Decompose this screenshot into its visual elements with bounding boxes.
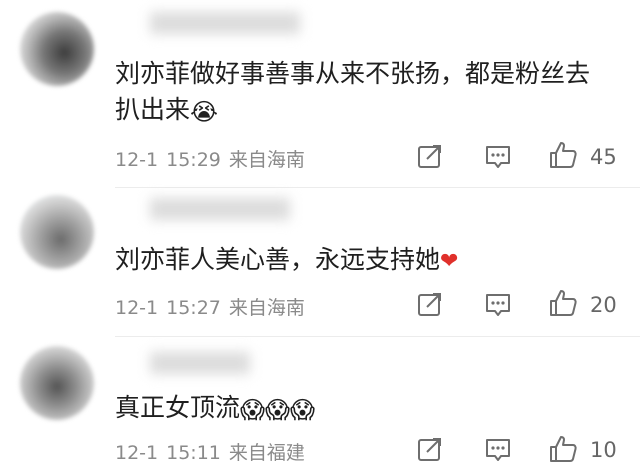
share-icon[interactable] — [417, 436, 443, 462]
heart-icon: ❤ — [440, 249, 459, 274]
username-blurred[interactable] — [150, 12, 300, 34]
comment-date: 12-1 — [115, 149, 159, 171]
username-blurred[interactable] — [150, 198, 290, 220]
comment-text: 刘亦菲人美心善，永远支持她❤ — [115, 245, 459, 274]
comment-time: 15:11 — [166, 442, 221, 464]
avatar[interactable] — [20, 12, 94, 86]
divider — [115, 336, 640, 337]
comment-location: 来自海南 — [228, 297, 305, 319]
comment-text: 真正女顶流😱😱😱 — [115, 388, 315, 430]
like-count: 45 — [590, 145, 617, 169]
avatar[interactable] — [20, 346, 94, 420]
thumbs-up-icon[interactable] — [548, 140, 578, 170]
like-count: 20 — [590, 293, 617, 317]
comment-item: 刘亦菲做好事善事从来不张扬，都是粉丝去 扒出来😭 12-1 15:29 来自海南 4… — [0, 0, 640, 185]
comment-meta: 12-1 15:29 来自海南 — [115, 145, 313, 172]
crying-face-icon: 😭 — [190, 98, 219, 126]
comment-location: 来自海南 — [228, 149, 305, 171]
avatar[interactable] — [20, 195, 94, 269]
comment-icon[interactable] — [484, 144, 512, 170]
comment-date: 12-1 — [115, 442, 159, 464]
comment-item: 刘亦菲人美心善，永远支持她❤ 12-1 15:27 来自海南 20 — [0, 190, 640, 335]
comment-meta: 12-1 15:11 来自福建 — [115, 438, 313, 465]
screaming-face-icon: 😱😱😱 — [240, 396, 316, 424]
comment-icon[interactable] — [484, 437, 512, 463]
comment-text-line2: 扒出来😭 — [115, 90, 218, 132]
thumbs-up-icon[interactable] — [548, 288, 578, 318]
comment-item: 真正女顶流😱😱😱 12-1 15:11 来自福建 10 — [0, 338, 640, 464]
divider — [115, 187, 640, 188]
comment-text: 刘亦菲做好事善事从来不张扬，都是粉丝去 — [115, 59, 591, 88]
share-icon[interactable] — [417, 143, 443, 169]
comment-icon[interactable] — [484, 292, 512, 318]
comment-time: 15:29 — [166, 149, 221, 171]
comment-date: 12-1 — [115, 297, 159, 319]
thumbs-up-icon[interactable] — [548, 434, 578, 464]
share-icon[interactable] — [417, 291, 443, 317]
username-blurred[interactable] — [150, 352, 250, 374]
comment-location: 来自福建 — [228, 442, 305, 464]
comment-time: 15:27 — [166, 297, 221, 319]
comment-meta: 12-1 15:27 来自海南 — [115, 293, 313, 320]
like-count: 10 — [590, 438, 617, 462]
